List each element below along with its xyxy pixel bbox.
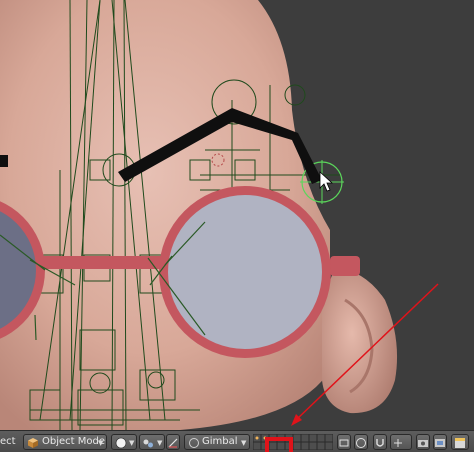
render-animation-icon — [435, 439, 445, 447]
chevron-down-icon: ▼ — [129, 439, 135, 447]
lock-camera-toggle[interactable] — [337, 434, 351, 450]
render-settings-button[interactable] — [451, 434, 469, 450]
ear-mesh — [322, 268, 398, 414]
viewport-shading-sphere-icon — [115, 437, 127, 449]
viewport-scene — [0, 0, 439, 430]
viewport-header: ect Object Mode ▼ ▼ ▼ Gimbal ▼ — [0, 430, 474, 452]
chevron-down-icon: ▼ — [98, 439, 104, 447]
3d-viewport[interactable] — [0, 0, 474, 430]
render-opengl-button[interactable] — [416, 434, 430, 450]
orientation-icon — [189, 438, 199, 448]
orientation-label: Gimbal — [202, 436, 238, 447]
render-clapper-icon — [455, 438, 465, 448]
chevron-down-icon: ▼ — [241, 439, 247, 447]
camera-lock-icon — [339, 439, 349, 447]
snap-element-icon — [394, 439, 402, 447]
proportional-edit-toggle[interactable] — [354, 434, 368, 450]
pivot-point-icon — [143, 439, 153, 448]
mode-label: Object Mode — [42, 436, 105, 447]
chevron-down-icon: ▼ — [157, 439, 163, 447]
viewport-shading-dropdown[interactable]: ▼ — [111, 434, 137, 450]
object-mode-cube-icon — [28, 438, 38, 448]
render-camera-icon — [418, 440, 428, 447]
snap-magnet-icon — [376, 439, 384, 447]
snap-toggle[interactable] — [373, 434, 387, 450]
object-mode-dropdown[interactable]: Object Mode ▼ — [23, 434, 107, 450]
view-menu-label[interactable]: ect — [0, 434, 22, 450]
pivot-point-dropdown[interactable]: ▼ — [139, 434, 165, 450]
snap-element-dropdown[interactable] — [390, 434, 412, 450]
transform-orientation-dropdown[interactable]: Gimbal ▼ — [184, 434, 250, 450]
annotation-highlight-box — [265, 437, 293, 452]
manipulator-icon — [168, 438, 178, 448]
proportional-edit-icon — [356, 438, 366, 448]
render-animation-button[interactable] — [433, 434, 447, 450]
manipulator-toggle[interactable] — [166, 434, 180, 450]
